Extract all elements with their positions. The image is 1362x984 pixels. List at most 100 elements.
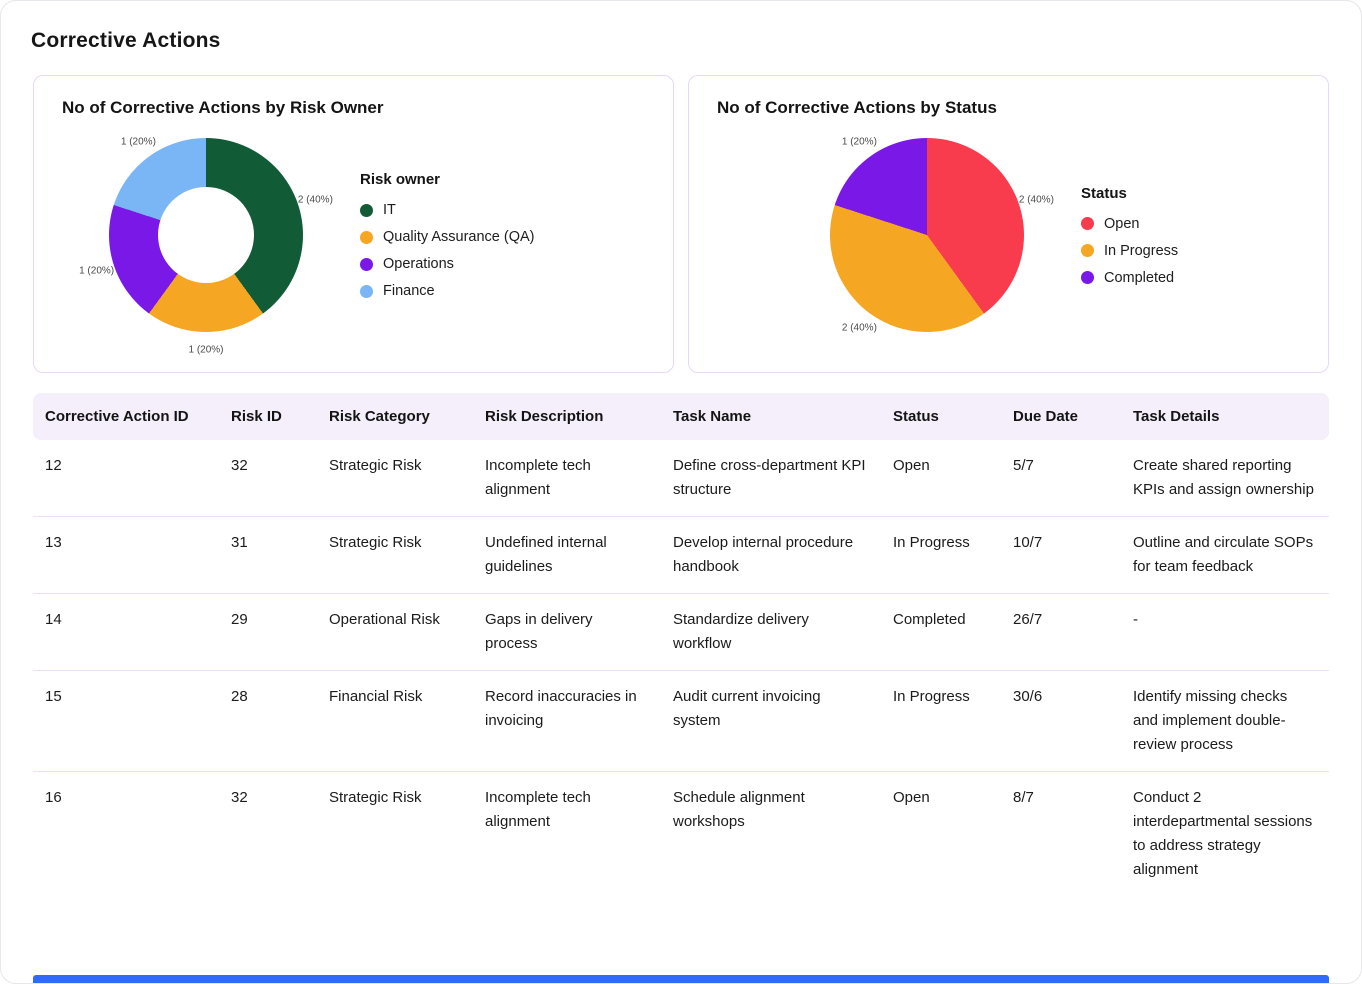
slice-value-label: 1 (20%) (79, 265, 114, 276)
cell-description: Incomplete tech alignment (473, 772, 661, 897)
column-header-task: Task Name (661, 393, 881, 440)
slice-value-label: 1 (20%) (842, 137, 877, 148)
status-chart-body: 2 (40%) 2 (40%) 1 (20%) Status Open In Prog… (717, 118, 1300, 352)
legend-label: IT (383, 202, 396, 218)
legend-label: Open (1104, 216, 1139, 232)
status-pie-chart: 2 (40%) 2 (40%) 1 (20%) (787, 120, 1067, 350)
cell-due: 10/7 (1001, 517, 1121, 594)
table-row: 1632Strategic RiskIncomplete tech alignm… (33, 772, 1329, 897)
cell-risk_id: 29 (219, 594, 317, 671)
cell-task: Audit current invoicing system (661, 671, 881, 772)
cell-category: Financial Risk (317, 671, 473, 772)
legend-item[interactable]: Open (1081, 216, 1178, 232)
table-row: 1528Financial RiskRecord inaccuracies in… (33, 671, 1329, 772)
cell-action_id: 13 (33, 517, 219, 594)
slice-value-label: 1 (20%) (121, 137, 156, 148)
slice-value-label: 2 (40%) (1019, 194, 1054, 205)
legend-label: Completed (1104, 270, 1174, 286)
risk-owner-chart-card: No of Corrective Actions by Risk Owner 2… (33, 75, 674, 373)
cell-details: - (1121, 594, 1329, 671)
legend-item[interactable]: Quality Assurance (QA) (360, 229, 535, 245)
cell-category: Strategic Risk (317, 440, 473, 517)
legend-swatch-icon (1081, 271, 1094, 284)
column-header-description: Risk Description (473, 393, 661, 440)
cell-action_id: 16 (33, 772, 219, 897)
table-row: 1331Strategic RiskUndefined internal gui… (33, 517, 1329, 594)
legend-label: In Progress (1104, 243, 1178, 259)
corrective-actions-table-section: Corrective Action IDRisk IDRisk Category… (1, 373, 1361, 896)
cell-status: In Progress (881, 517, 1001, 594)
legend-items: Open In Progress Completed (1081, 216, 1178, 286)
pie-chart-graphic[interactable] (830, 138, 1024, 332)
risk-owner-donut-chart: 2 (40%)1 (20%)1 (20%)1 (20%) (66, 120, 346, 350)
cell-status: Open (881, 440, 1001, 517)
cell-details: Outline and circulate SOPs for team feed… (1121, 517, 1329, 594)
cell-due: 26/7 (1001, 594, 1121, 671)
column-header-category: Risk Category (317, 393, 473, 440)
status-chart-title: No of Corrective Actions by Status (717, 98, 1300, 118)
cell-status: In Progress (881, 671, 1001, 772)
cell-description: Undefined internal guidelines (473, 517, 661, 594)
risk-owner-legend: Risk owner IT Quality Assurance (QA) Opera… (360, 171, 535, 299)
cell-due: 30/6 (1001, 671, 1121, 772)
table-row: 1232Strategic RiskIncomplete tech alignm… (33, 440, 1329, 517)
legend-item[interactable]: Completed (1081, 270, 1178, 286)
table-body: 1232Strategic RiskIncomplete tech alignm… (33, 440, 1329, 896)
cell-task: Define cross-department KPI structure (661, 440, 881, 517)
legend-swatch-icon (360, 285, 373, 298)
legend-title: Risk owner (360, 171, 535, 188)
cell-description: Gaps in delivery process (473, 594, 661, 671)
legend-swatch-icon (360, 258, 373, 271)
cell-description: Record inaccuracies in invoicing (473, 671, 661, 772)
cell-details: Create shared reporting KPIs and assign … (1121, 440, 1329, 517)
cell-action_id: 12 (33, 440, 219, 517)
cell-task: Standardize delivery workflow (661, 594, 881, 671)
donut-chart-graphic[interactable] (109, 138, 303, 332)
cell-risk_id: 32 (219, 440, 317, 517)
cell-details: Conduct 2 interdepartmental sessions to … (1121, 772, 1329, 897)
legend-item[interactable]: IT (360, 202, 535, 218)
legend-item[interactable]: Operations (360, 256, 535, 272)
slice-value-label: 2 (40%) (842, 323, 877, 334)
table-row: 1429Operational RiskGaps in delivery pro… (33, 594, 1329, 671)
page-title: Corrective Actions (1, 1, 1361, 53)
cell-category: Operational Risk (317, 594, 473, 671)
column-header-risk_id: Risk ID (219, 393, 317, 440)
slice-value-label: 2 (40%) (298, 194, 333, 205)
cell-action_id: 15 (33, 671, 219, 772)
cell-details: Identify missing checks and implement do… (1121, 671, 1329, 772)
legend-label: Finance (383, 283, 435, 299)
cell-task: Develop internal procedure handbook (661, 517, 881, 594)
column-header-details: Task Details (1121, 393, 1329, 440)
cell-risk_id: 31 (219, 517, 317, 594)
legend-title: Status (1081, 185, 1178, 202)
status-chart-card: No of Corrective Actions by Status 2 (40… (688, 75, 1329, 373)
legend-items: IT Quality Assurance (QA) Operations Financ… (360, 202, 535, 299)
corrective-actions-page: Corrective Actions No of Corrective Acti… (0, 0, 1362, 984)
cell-due: 5/7 (1001, 440, 1121, 517)
legend-label: Operations (383, 256, 454, 272)
legend-swatch-icon (1081, 217, 1094, 230)
cell-category: Strategic Risk (317, 517, 473, 594)
cell-task: Schedule alignment workshops (661, 772, 881, 897)
status-legend: Status Open In Progress Completed (1081, 185, 1178, 286)
cell-risk_id: 32 (219, 772, 317, 897)
slice-value-label: 1 (20%) (188, 345, 223, 356)
cell-risk_id: 28 (219, 671, 317, 772)
cell-due: 8/7 (1001, 772, 1121, 897)
corrective-actions-table: Corrective Action IDRisk IDRisk Category… (33, 393, 1329, 896)
cell-status: Completed (881, 594, 1001, 671)
column-header-due: Due Date (1001, 393, 1121, 440)
risk-owner-chart-title: No of Corrective Actions by Risk Owner (62, 98, 645, 118)
legend-item[interactable]: In Progress (1081, 243, 1178, 259)
cell-description: Incomplete tech alignment (473, 440, 661, 517)
column-header-status: Status (881, 393, 1001, 440)
legend-label: Quality Assurance (QA) (383, 229, 535, 245)
cell-action_id: 14 (33, 594, 219, 671)
charts-row: No of Corrective Actions by Risk Owner 2… (1, 53, 1361, 373)
cell-status: Open (881, 772, 1001, 897)
cell-category: Strategic Risk (317, 772, 473, 897)
legend-swatch-icon (1081, 244, 1094, 257)
legend-item[interactable]: Finance (360, 283, 535, 299)
column-header-action_id: Corrective Action ID (33, 393, 219, 440)
